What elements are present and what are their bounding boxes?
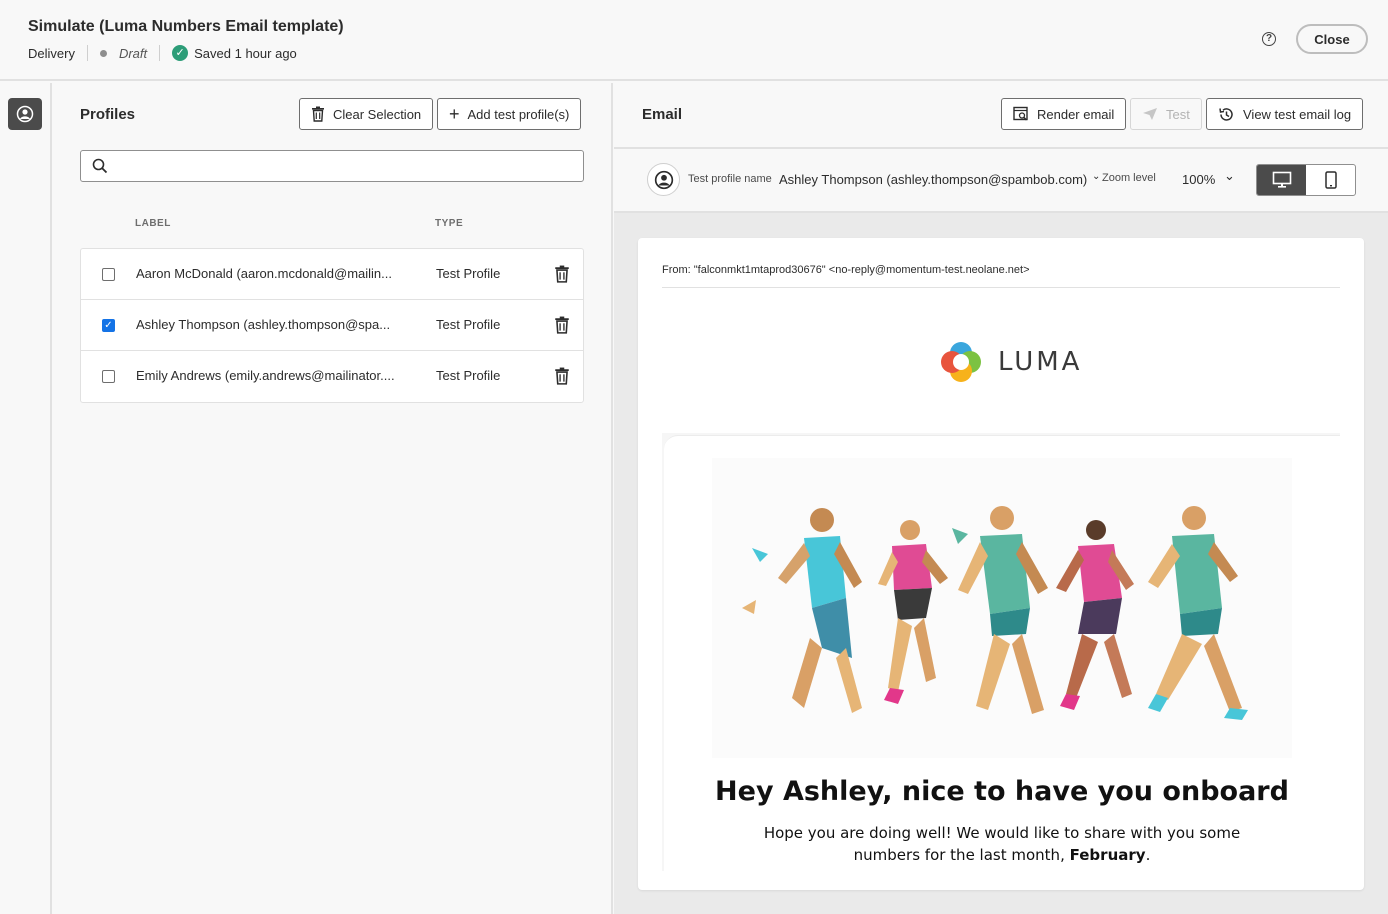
- saved-status: Saved 1 hour ago: [194, 45, 297, 61]
- mobile-icon: [1324, 171, 1337, 189]
- render-icon: [1013, 106, 1028, 121]
- email-panel: Email Render email Test View test email: [614, 83, 1388, 914]
- profiles-table: Aaron McDonald (aaron.mcdonald@mailin...…: [80, 248, 584, 403]
- trash-icon[interactable]: [554, 367, 570, 385]
- email-body: LUMA Hey Ashley, nice to have you onboar…: [662, 311, 1340, 871]
- zoom-level-label: Zoom level: [1102, 172, 1156, 184]
- page-title: Simulate (Luma Numbers Email template): [28, 18, 344, 35]
- email-toolbar: Email Render email Test View test email: [614, 83, 1388, 213]
- profile-type: Test Profile: [436, 266, 501, 281]
- history-icon: [1219, 107, 1233, 121]
- channel-label: Delivery: [28, 45, 75, 61]
- divider: [662, 287, 1340, 288]
- desktop-icon: [1272, 171, 1291, 188]
- intro-text: Hope you are doing well! We would like t…: [763, 824, 1241, 864]
- desktop-view-button[interactable]: [1257, 165, 1306, 195]
- user-circle-icon: [16, 105, 34, 123]
- plus-icon: +: [449, 104, 460, 124]
- logo-wordmark: LUMA: [998, 347, 1083, 377]
- profiles-rail-button[interactable]: [8, 98, 42, 130]
- clear-selection-label: Clear Selection: [333, 106, 422, 122]
- page-header: Simulate (Luma Numbers Email template) D…: [0, 0, 1388, 81]
- search-icon: [92, 158, 108, 174]
- view-test-email-log-button[interactable]: View test email log: [1206, 98, 1364, 130]
- render-email-button[interactable]: Render email: [1001, 98, 1127, 130]
- hero-image: [712, 458, 1292, 758]
- intro-end: .: [1145, 846, 1151, 864]
- logo-header: LUMA: [662, 311, 1340, 433]
- row-checkbox[interactable]: [102, 268, 115, 281]
- profile-label: Ashley Thompson (ashley.thompson@spa...: [136, 317, 391, 332]
- profiles-heading: Profiles: [80, 106, 136, 123]
- email-content-card: Hey Ashley, nice to have you onboard Hop…: [664, 435, 1340, 871]
- email-preview: From: "falconmkt1mtaprod30676" <no-reply…: [638, 238, 1364, 890]
- profiles-panel: Profiles Clear Selection + Add test prof…: [52, 83, 613, 914]
- divider: [159, 45, 161, 61]
- row-checkbox[interactable]: [102, 370, 115, 383]
- close-button[interactable]: Close: [1296, 24, 1368, 54]
- send-icon: [1143, 108, 1157, 120]
- clear-selection-button[interactable]: Clear Selection: [299, 98, 434, 130]
- email-greeting: Hey Ashley, nice to have you onboard: [715, 776, 1289, 807]
- add-test-profile-label: Add test profile(s): [467, 106, 570, 122]
- trash-icon: [312, 106, 324, 122]
- profile-label: Emily Andrews (emily.andrews@mailinator.…: [136, 368, 395, 383]
- label-column-header[interactable]: LABEL: [135, 218, 171, 229]
- status-dot-icon: [99, 49, 107, 57]
- mobile-view-button[interactable]: [1306, 165, 1355, 195]
- chevron-down-icon[interactable]: ⌄: [1092, 171, 1100, 182]
- left-rail: [0, 83, 52, 914]
- trash-icon[interactable]: [554, 316, 570, 334]
- zoom-level-picker[interactable]: 100%: [1182, 172, 1215, 187]
- profile-search[interactable]: [80, 150, 584, 182]
- from-line: From: "falconmkt1mtaprod30676" <no-reply…: [662, 264, 1030, 276]
- test-button[interactable]: Test: [1130, 98, 1202, 130]
- device-toggle: [1256, 164, 1356, 196]
- divider: [614, 147, 1388, 149]
- status-label: Draft: [118, 45, 148, 61]
- table-row[interactable]: Emily Andrews (emily.andrews@mailinator.…: [81, 351, 583, 402]
- profile-type: Test Profile: [436, 317, 501, 332]
- user-circle-icon: [654, 170, 673, 189]
- test-profile-label: Test profile name: [688, 173, 772, 185]
- test-profile-picker[interactable]: Ashley Thompson (ashley.thompson@spambob…: [779, 172, 1087, 187]
- chevron-down-icon[interactable]: ⌄: [1224, 168, 1235, 184]
- search-input[interactable]: [115, 155, 575, 177]
- email-heading: Email: [642, 106, 683, 123]
- help-icon[interactable]: ?: [1262, 32, 1276, 46]
- profile-label: Aaron McDonald (aaron.mcdonald@mailin...: [136, 266, 392, 281]
- intro-month: February: [1069, 846, 1146, 864]
- type-column-header[interactable]: TYPE: [435, 218, 463, 229]
- header-meta: Delivery Draft ✓ Saved 1 hour ago: [28, 45, 297, 61]
- view-test-email-log-label: View test email log: [1243, 106, 1352, 122]
- render-email-label: Render email: [1037, 106, 1115, 122]
- luma-logo-icon: [941, 342, 981, 382]
- row-checkbox-checked[interactable]: ✓: [102, 319, 115, 332]
- runners-illustration: [742, 506, 1248, 720]
- table-row[interactable]: Aaron McDonald (aaron.mcdonald@mailin...…: [81, 249, 583, 300]
- avatar: [647, 163, 680, 196]
- divider: [86, 45, 88, 61]
- check-circle-icon: ✓: [172, 45, 189, 61]
- add-test-profile-button[interactable]: + Add test profile(s): [437, 98, 582, 130]
- trash-icon[interactable]: [554, 265, 570, 283]
- test-label: Test: [1166, 106, 1190, 122]
- table-row[interactable]: ✓ Ashley Thompson (ashley.thompson@spa..…: [81, 300, 583, 351]
- email-intro: Hope you are doing well! We would like t…: [752, 822, 1252, 866]
- profile-type: Test Profile: [436, 368, 501, 383]
